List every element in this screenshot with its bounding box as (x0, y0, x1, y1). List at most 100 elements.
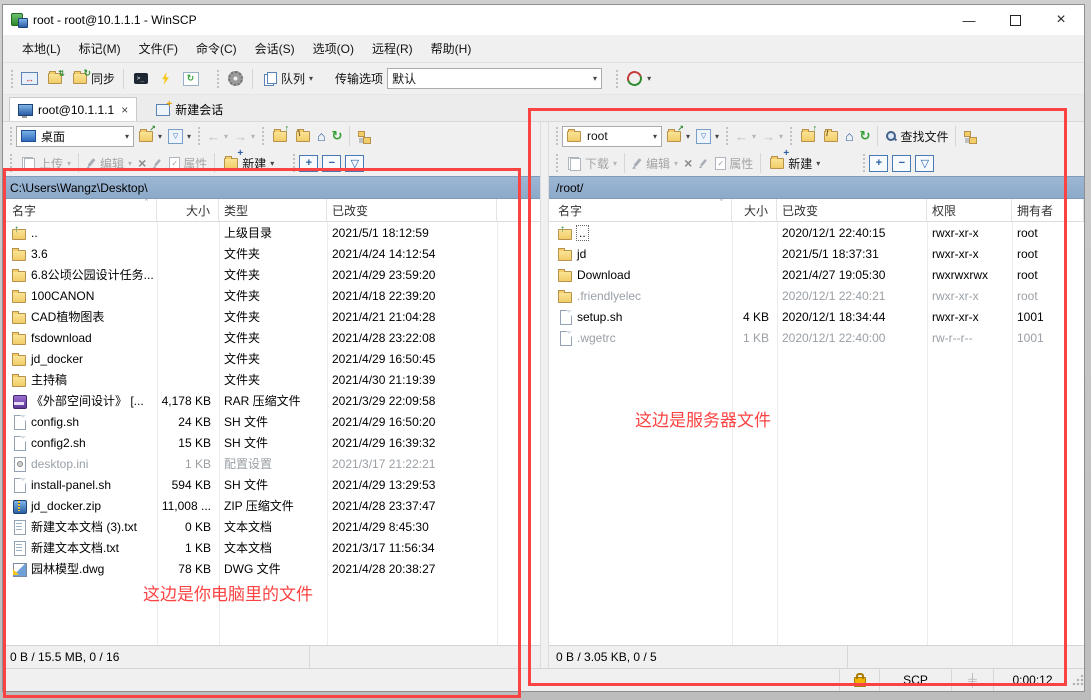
column-header-perm[interactable]: 权限 (927, 199, 1012, 221)
local-filter-button[interactable]: ▽▾ (165, 127, 194, 146)
toolbar-grip[interactable] (863, 154, 865, 172)
file-row[interactable]: install-panel.sh594 KBSH 文件2021/4/29 13:… (7, 474, 540, 495)
remote-home-directory-button[interactable]: ⌂ (842, 129, 856, 143)
toolbar-grip[interactable] (10, 127, 12, 145)
remote-parent-directory-button[interactable]: ↑ (796, 126, 819, 146)
toolbar-grip[interactable] (262, 127, 264, 145)
select-files-button[interactable]: + (299, 155, 318, 172)
preferences-button[interactable] (223, 68, 248, 90)
local-new-button[interactable]: +新建▾ (219, 153, 277, 174)
maximize-button[interactable] (992, 6, 1038, 34)
open-terminal-button[interactable]: >_ (128, 68, 153, 90)
selection-filter-button[interactable]: ▽ (915, 155, 934, 172)
synchronize-button[interactable]: ↻同步 (67, 67, 119, 90)
menu-item[interactable]: 本地(L) (13, 36, 70, 61)
unselect-files-button[interactable]: − (892, 155, 911, 172)
download-button[interactable]: 下载▾ (562, 153, 620, 174)
file-row[interactable]: 新建文本文档.txt1 KB文本文档2021/3/17 11:56:34 (7, 537, 540, 558)
local-delete-button[interactable]: × (135, 155, 149, 171)
remote-delete-button[interactable]: × (681, 155, 695, 171)
file-row[interactable]: desktop.ini1 KB配置设置2021/3/17 21:22:21 (7, 453, 540, 474)
toolbar-grip[interactable] (556, 154, 558, 172)
remote-refresh-button[interactable]: ↻ (857, 126, 874, 146)
tab-new-session[interactable]: 新建会话 (147, 97, 232, 121)
column-header-name[interactable]: 名字ˆ (7, 199, 157, 221)
remote-properties-button[interactable]: ✓属性 (712, 153, 756, 174)
file-row[interactable]: ..上级目录2021/5/1 18:12:59 (7, 222, 540, 243)
toolbar-grip[interactable] (556, 127, 558, 145)
local-properties-button[interactable]: ✓属性 (166, 153, 210, 174)
refresh-session-button[interactable]: ↻ (178, 68, 203, 90)
local-parent-directory-button[interactable]: ↑ (268, 126, 291, 146)
column-header-size[interactable]: 大小 (157, 199, 219, 221)
file-row[interactable]: config.sh24 KBSH 文件2021/4/29 16:50:20 (7, 411, 540, 432)
file-row[interactable]: .friendlyelec2020/12/1 22:40:21rwxr-xr-x… (553, 285, 1084, 306)
file-row[interactable]: fsdownload文件夹2021/4/28 23:22:08 (7, 327, 540, 348)
file-row[interactable]: setup.sh4 KB2020/12/1 18:34:44rwxr-xr-x1… (553, 306, 1084, 327)
file-row[interactable]: config2.sh15 KBSH 文件2021/4/29 16:39:32 (7, 432, 540, 453)
menu-item[interactable]: 文件(F) (130, 36, 187, 61)
local-rename-button[interactable] (149, 156, 166, 171)
file-row[interactable]: 3.6文件夹2021/4/24 14:12:54 (7, 243, 540, 264)
menu-item[interactable]: 帮助(H) (422, 36, 481, 61)
toolbar-grip[interactable] (11, 70, 13, 88)
column-header-owner[interactable]: 拥有者 (1012, 199, 1084, 221)
column-header-name[interactable]: 名字ˇ (553, 199, 732, 221)
tab-close-icon[interactable]: × (121, 103, 128, 117)
synchronize-browsing-button[interactable]: ⇅ (42, 68, 67, 90)
file-row[interactable]: jd_docker文件夹2021/4/29 16:50:45 (7, 348, 540, 369)
remote-directory-select[interactable]: root ▾ (562, 126, 662, 147)
file-row[interactable]: Download2021/4/27 19:05:30rwxrwxrwxroot (553, 264, 1084, 285)
upload-button[interactable]: 上传▾ (16, 153, 74, 174)
panel-splitter[interactable] (540, 122, 549, 668)
transfer-mode-button[interactable]: ▾ (622, 68, 655, 90)
toolbar-grip[interactable] (616, 70, 618, 88)
local-refresh-button[interactable]: ↻ (329, 126, 346, 146)
local-drive-select[interactable]: 桌面 ▾ (16, 126, 134, 147)
local-root-directory-button[interactable]: \ (291, 126, 314, 146)
local-path-bar[interactable]: C:\Users\Wangz\Desktop\ (3, 176, 540, 199)
toolbar-grip[interactable] (293, 154, 295, 172)
remote-new-button[interactable]: +新建▾ (765, 153, 823, 174)
remote-open-directory-button[interactable]: ↗▾ (662, 126, 693, 146)
local-back-button[interactable]: ←▾ (204, 127, 231, 146)
toolbar-grip[interactable] (726, 127, 728, 145)
local-forward-button[interactable]: →▾ (231, 127, 258, 146)
queue-button[interactable]: 队列▾ (257, 67, 317, 90)
file-row[interactable]: .wgetrc1 KB2020/12/1 22:40:00rw-r--r--10… (553, 327, 1084, 348)
menu-item[interactable]: 命令(C) (187, 36, 246, 61)
find-files-button[interactable]: 查找文件 (882, 126, 951, 147)
remote-tree-button[interactable] (960, 128, 980, 145)
file-row[interactable]: 园林模型.dwg78 KBDWG 文件2021/4/28 20:38:27 (7, 558, 540, 579)
column-header-size[interactable]: 大小 (732, 199, 777, 221)
toolbar-grip[interactable] (217, 70, 219, 88)
remote-rename-button[interactable] (695, 156, 712, 171)
unselect-files-button[interactable]: − (322, 155, 341, 172)
menu-item[interactable]: 标记(M) (70, 36, 130, 61)
menu-item[interactable]: 远程(R) (363, 36, 422, 61)
local-home-directory-button[interactable]: ⌂ (314, 129, 328, 143)
local-tree-button[interactable] (354, 128, 374, 145)
file-row[interactable]: jd_docker.zip11,008 ...ZIP 压缩文件2021/4/28… (7, 495, 540, 516)
remote-filter-button[interactable]: ▽▾ (693, 127, 722, 146)
remote-root-directory-button[interactable]: / (819, 126, 842, 146)
local-edit-button[interactable]: 编辑▾ (83, 153, 135, 174)
file-row[interactable]: 主持稿文件夹2021/4/30 21:19:39 (7, 369, 540, 390)
menu-item[interactable]: 会话(S) (246, 36, 304, 61)
column-header-changed[interactable]: 已改变 (327, 199, 497, 221)
menu-item[interactable]: 选项(O) (304, 36, 363, 61)
remote-back-button[interactable]: ←▾ (732, 127, 759, 146)
file-row[interactable]: 100CANON文件夹2021/4/18 22:39:20 (7, 285, 540, 306)
toolbar-grip[interactable] (198, 127, 200, 145)
minimize-button[interactable]: — (946, 6, 992, 34)
file-row[interactable]: 《外部空间设计》 [...4,178 KBRAR 压缩文件2021/3/29 2… (7, 390, 540, 411)
column-header-changed[interactable]: 已改变 (777, 199, 927, 221)
compare-directories-button[interactable]: ↔ (17, 68, 42, 90)
file-row[interactable]: ..2020/12/1 22:40:15rwxr-xr-xroot (553, 222, 1084, 243)
select-files-button[interactable]: + (869, 155, 888, 172)
remote-edit-button[interactable]: 编辑▾ (629, 153, 681, 174)
file-row[interactable]: jd2021/5/1 18:37:31rwxr-xr-xroot (553, 243, 1084, 264)
close-button[interactable]: × (1038, 6, 1084, 34)
toolbar-grip[interactable] (10, 154, 12, 172)
console-command-button[interactable] (153, 68, 178, 90)
